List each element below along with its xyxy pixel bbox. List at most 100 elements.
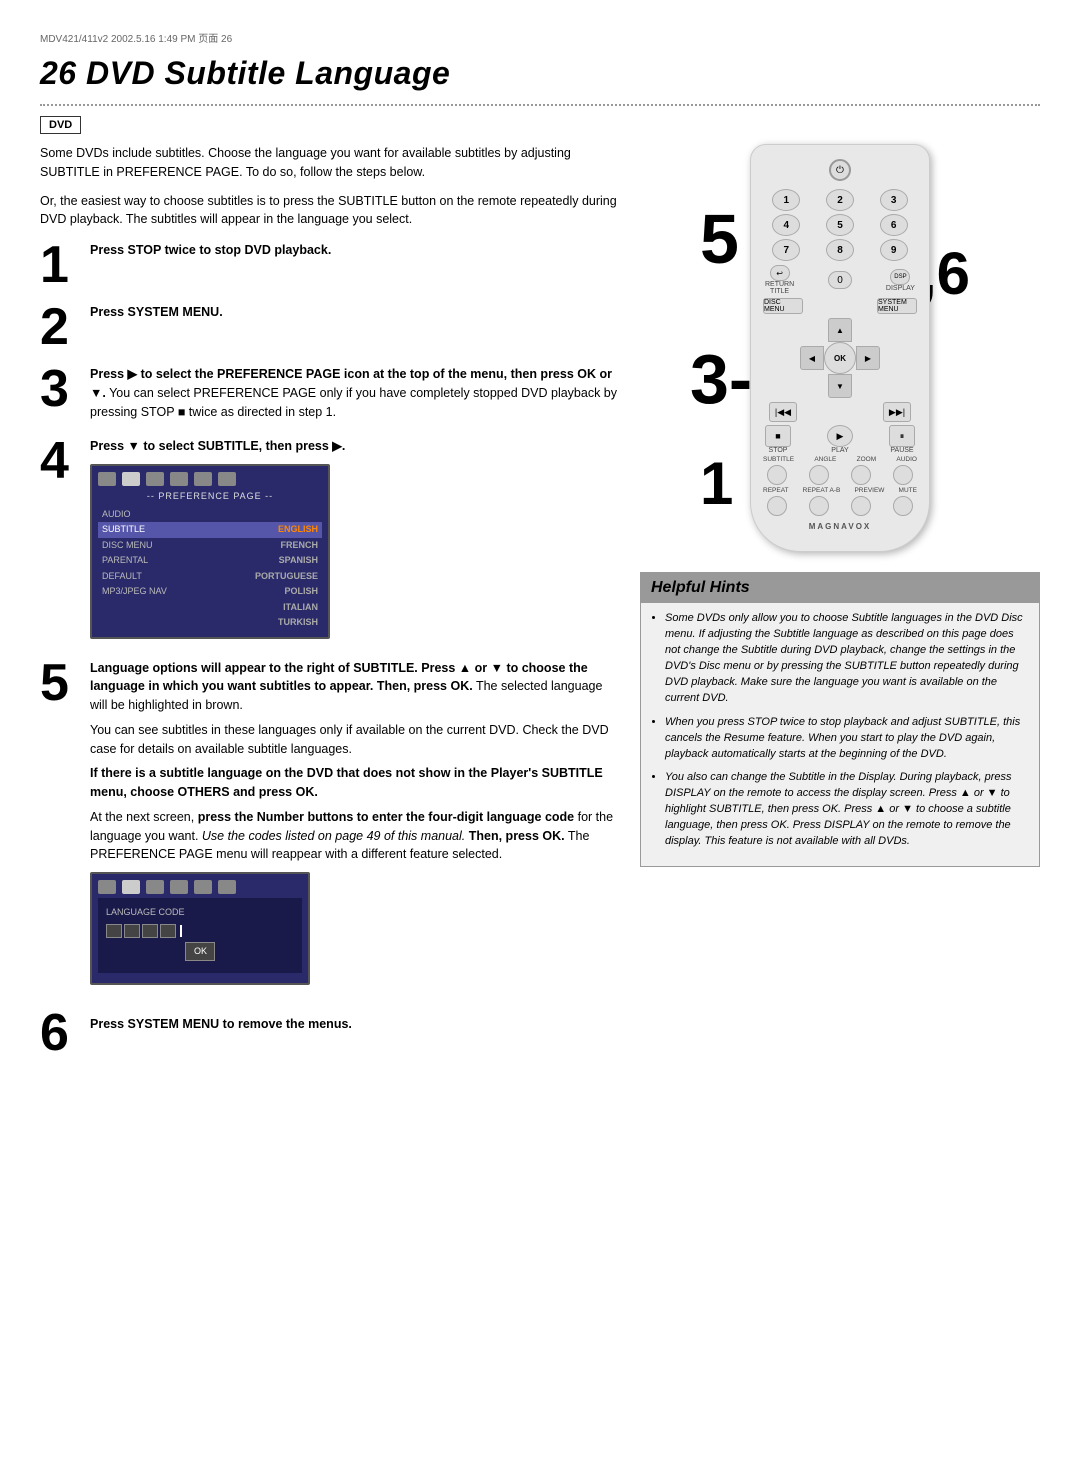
num-btn-5[interactable]: 5	[826, 214, 854, 236]
step-overlay-1: 1	[700, 454, 733, 514]
step-6-content: Press SYSTEM MENU to remove the menus.	[90, 1007, 352, 1031]
num-btn-9[interactable]: 9	[880, 239, 908, 261]
power-button[interactable]: ⏻	[829, 159, 851, 181]
screen2-icon-6	[218, 880, 236, 894]
step-4-text: Press ▼ to select SUBTITLE, then press ▶…	[90, 439, 345, 453]
stop-label: STOP	[769, 447, 788, 454]
pause-button[interactable]: ⏸	[889, 425, 915, 447]
display-circle[interactable]: DSP	[890, 269, 910, 285]
display-btn[interactable]: DSP DISPLAY	[886, 269, 915, 292]
stop-button[interactable]: ■	[765, 425, 791, 447]
right-column: 5 2,6 3-5 1 ⏻ 1 2 3 4 5	[640, 144, 1040, 1059]
angle-label: ANGLE	[814, 456, 836, 463]
subtitle-label: SUBTITLE	[763, 456, 794, 463]
return-display-row: ↩ RETURN TITLE 0 DSP DISPLAY	[761, 265, 919, 295]
audio-label: AUDIO	[896, 456, 917, 463]
lang-code-cursor	[180, 925, 182, 937]
screen-row-italian: ITALIAN	[98, 600, 322, 616]
bottom-circles-1	[761, 465, 919, 485]
dpad-ok[interactable]: OK	[824, 342, 856, 374]
disc-menu-btn[interactable]: DISC MENU	[763, 298, 803, 314]
file-info: MDV421/411v2 2002.5.16 1:49 PM 页面 26	[40, 30, 232, 45]
zero-btn[interactable]: 0	[828, 271, 852, 289]
intro-text-1: Some DVDs include subtitles. Choose the …	[40, 144, 620, 182]
step-6: 6 Press SYSTEM MENU to remove the menus.	[40, 1007, 620, 1059]
step-5: 5 Language options will appear to the ri…	[40, 657, 620, 994]
screen-ok-btn: OK	[185, 942, 215, 962]
step-4-number: 4	[40, 435, 80, 487]
remote-container: 5 2,6 3-5 1 ⏻ 1 2 3 4 5	[730, 144, 950, 552]
repeat-btn[interactable]	[767, 496, 787, 516]
step-4-content: Press ▼ to select SUBTITLE, then press ▶…	[90, 435, 620, 646]
screen-row-discmenu: DISC MENU FRENCH	[98, 538, 322, 554]
subtitle-btn[interactable]	[767, 465, 787, 485]
step-1-text: Press STOP twice to stop DVD playback.	[90, 243, 331, 257]
system-rect[interactable]: SYSTEM MENU	[877, 298, 917, 314]
num-btn-3[interactable]: 3	[880, 189, 908, 211]
step-5-text2: You can see subtitles in these languages…	[90, 721, 620, 759]
prev-next-row: |◀◀ ▶▶|	[761, 402, 919, 422]
step-6-number: 6	[40, 1007, 80, 1059]
next-btn[interactable]: ▶▶|	[883, 402, 911, 422]
screen2-icon-4	[170, 880, 188, 894]
dpad-left[interactable]: ◀	[800, 346, 824, 370]
disc-rect[interactable]: DISC MENU	[763, 298, 803, 314]
audio-btn[interactable]	[893, 465, 913, 485]
dpad-up[interactable]: ▲	[828, 318, 852, 342]
screen-row-default: DEFAULT PORTUGUESE	[98, 569, 322, 585]
screen-label-mpjpeg: MP3/JPEG NAV	[102, 585, 167, 599]
stop-btn-group: ■ STOP	[765, 425, 791, 454]
return-circle[interactable]: ↩	[770, 265, 790, 281]
bottom-labels-2: REPEAT REPEAT A-B PREVIEW MUTE	[761, 487, 919, 494]
num-btn-4[interactable]: 4	[772, 214, 800, 236]
screen-label-discmenu: DISC MENU	[102, 539, 153, 553]
preview-label: PREVIEW	[854, 487, 884, 494]
preview-btn[interactable]	[851, 496, 871, 516]
step-5-number: 5	[40, 657, 80, 709]
num-btn-7[interactable]: 7	[772, 239, 800, 261]
screen-row-mpjpeg: MP3/JPEG NAV POLISH	[98, 584, 322, 600]
num-btn-8[interactable]: 8	[826, 239, 854, 261]
repeat-ab-btn[interactable]	[809, 496, 829, 516]
page-title: 26 DVD Subtitle Language	[40, 55, 1040, 92]
lang-code-box-3	[142, 924, 158, 938]
step-3-text-normal: You can select PREFERENCE PAGE only if y…	[90, 386, 617, 419]
step-3-number: 3	[40, 363, 80, 415]
left-column: Some DVDs include subtitles. Choose the …	[40, 144, 620, 1059]
zoom-btn[interactable]	[851, 465, 871, 485]
dpad-down[interactable]: ▼	[828, 374, 852, 398]
dpad-right[interactable]: ▶	[856, 346, 880, 370]
magnavox-logo: MAGNAVOX	[761, 522, 919, 531]
screen-icon-4	[170, 472, 188, 486]
screen-icon-3	[146, 472, 164, 486]
mute-btn[interactable]	[893, 496, 913, 516]
display-label: DISPLAY	[886, 285, 915, 292]
step-3: 3 Press ▶ to select the PREFERENCE PAGE …	[40, 363, 620, 425]
step-6-text: Press SYSTEM MENU to remove the menus.	[90, 1017, 352, 1031]
hint-1: Some DVDs only allow you to choose Subti…	[665, 611, 1029, 707]
step-3-content: Press ▶ to select the PREFERENCE PAGE ic…	[90, 363, 620, 425]
screen-row-audio: AUDIO	[98, 507, 322, 523]
num-btn-6[interactable]: 6	[880, 214, 908, 236]
num-btn-2[interactable]: 2	[826, 189, 854, 211]
intro-text-2: Or, the easiest way to choose subtitles …	[40, 192, 620, 230]
step-5-content: Language options will appear to the righ…	[90, 657, 620, 994]
prev-btn[interactable]: |◀◀	[769, 402, 797, 422]
return-btn[interactable]: ↩ RETURN TITLE	[765, 265, 794, 295]
system-menu-btn[interactable]: SYSTEM MENU	[877, 298, 917, 314]
screen-label-subtitle: SUBTITLE	[102, 523, 145, 537]
remote-top: ⏻	[761, 159, 919, 181]
screen-icon-2	[122, 472, 140, 486]
screen-value-mpjpeg: POLISH	[284, 585, 318, 599]
number-grid: 1 2 3 4 5 6 7 8 9	[761, 189, 919, 261]
num-btn-1[interactable]: 1	[772, 189, 800, 211]
return-label: RETURN	[765, 281, 794, 288]
screen-row-subtitle: SUBTITLE ENGLISH	[98, 522, 322, 538]
remote-control: ⏻ 1 2 3 4 5 6 7 8 9	[750, 144, 930, 552]
screen2-icon-2	[122, 880, 140, 894]
bottom-labels-1: SUBTITLE ANGLE ZOOM AUDIO	[761, 456, 919, 463]
angle-btn[interactable]	[809, 465, 829, 485]
step-1: 1 Press STOP twice to stop DVD playback.	[40, 239, 620, 291]
play-button[interactable]: ▶	[827, 425, 853, 447]
disc-system-row: DISC MENU SYSTEM MENU	[761, 298, 919, 314]
